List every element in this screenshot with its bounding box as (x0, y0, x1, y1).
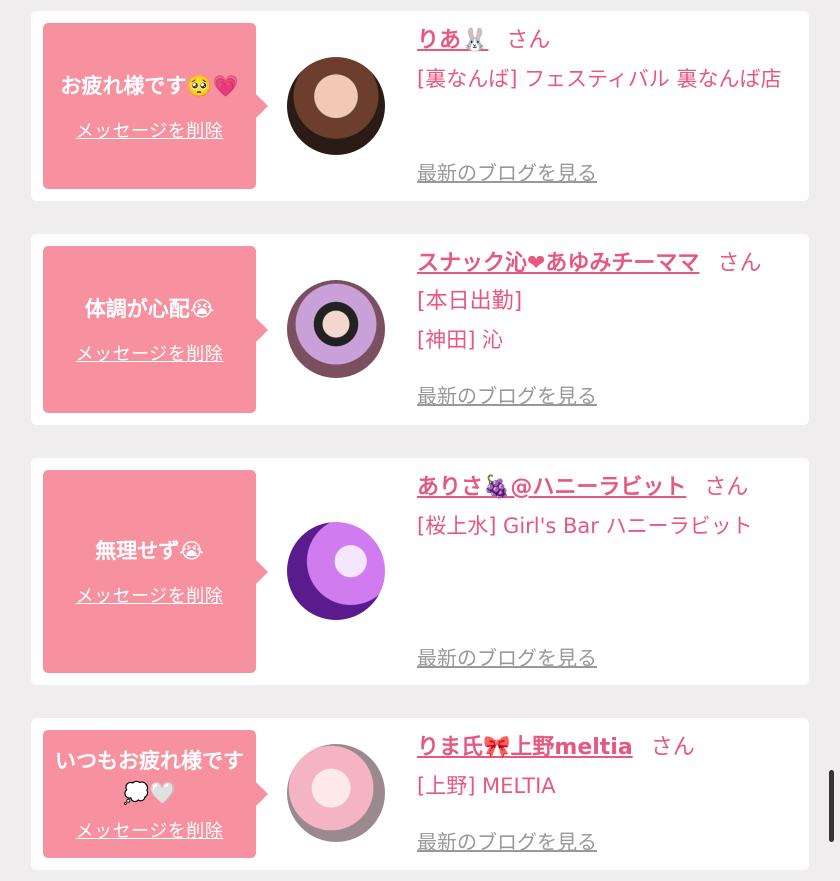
message-bubble: 体調が心配😭 メッセージを削除 (43, 246, 268, 413)
latest-blog-link[interactable]: 最新のブログを見る (417, 642, 597, 671)
honorific: さん (650, 735, 695, 760)
message-text: お疲れ様です🥺💗 (60, 73, 239, 98)
latest-blog-link[interactable]: 最新のブログを見る (417, 380, 597, 409)
shop-info: [桜上水] Girl's Bar ハニーラビット (417, 514, 753, 538)
delete-message-link[interactable]: メッセージを削除 (76, 582, 224, 608)
profile-name-link[interactable]: りあ🐰 (417, 28, 488, 53)
profile-name-link[interactable]: りま氏🎀上野meltia (417, 735, 633, 760)
message-text: 無理せず😭 (95, 539, 204, 563)
profile-info: スナック沁❤あゆみチーママ さん[本日出勤] [神田] 沁 (417, 245, 787, 359)
avatar[interactable] (287, 280, 385, 378)
scrollbar-thumb[interactable] (829, 770, 834, 842)
avatar[interactable] (287, 522, 385, 620)
message-bubble: お疲れ様です🥺💗 メッセージを削除 (43, 23, 268, 189)
profile-info: りあ🐰 さん [裏なんば] フェスティバル 裏なんば店 (417, 22, 787, 98)
latest-blog-link[interactable]: 最新のブログを見る (417, 157, 597, 186)
message-card: いつもお疲れ様です💭🤍 メッセージを削除 りま氏🎀上野meltia さん [上野]… (31, 718, 809, 870)
shop-info: [神田] 沁 (417, 328, 504, 352)
message-bubble: いつもお疲れ様です💭🤍 メッセージを削除 (43, 730, 268, 858)
message-card: お疲れ様です🥺💗 メッセージを削除 りあ🐰 さん [裏なんば] フェスティバル 裏… (31, 11, 809, 201)
shop-info: [上野] MELTIA (417, 774, 556, 798)
delete-message-link[interactable]: メッセージを削除 (76, 817, 224, 843)
profile-info: ありさ🍇@ハニーラビット さん [桜上水] Girl's Bar ハニーラビット (417, 469, 787, 545)
shop-info: [裏なんば] フェスティバル 裏なんば店 (417, 67, 782, 91)
message-text: 体調が心配😭 (84, 297, 215, 321)
delete-message-link[interactable]: メッセージを削除 (76, 340, 224, 366)
honorific: さん (704, 475, 749, 500)
latest-blog-link[interactable]: 最新のブログを見る (417, 826, 597, 855)
profile-name-link[interactable]: スナック沁❤あゆみチーママ (417, 251, 699, 276)
message-card: 体調が心配😭 メッセージを削除 スナック沁❤あゆみチーママ さん[本日出勤] [神… (31, 234, 809, 425)
delete-message-link[interactable]: メッセージを削除 (76, 117, 224, 143)
avatar[interactable] (287, 57, 385, 155)
profile-name-link[interactable]: ありさ🍇@ハニーラビット (417, 475, 686, 500)
message-card: 無理せず😭 メッセージを削除 ありさ🍇@ハニーラビット さん [桜上水] Girl… (31, 458, 809, 685)
profile-info: りま氏🎀上野meltia さん [上野] MELTIA (417, 729, 787, 805)
honorific: さん (506, 28, 551, 53)
avatar[interactable] (287, 744, 385, 842)
message-text: いつもお疲れ様です💭🤍 (55, 749, 244, 805)
message-bubble: 無理せず😭 メッセージを削除 (43, 470, 268, 673)
